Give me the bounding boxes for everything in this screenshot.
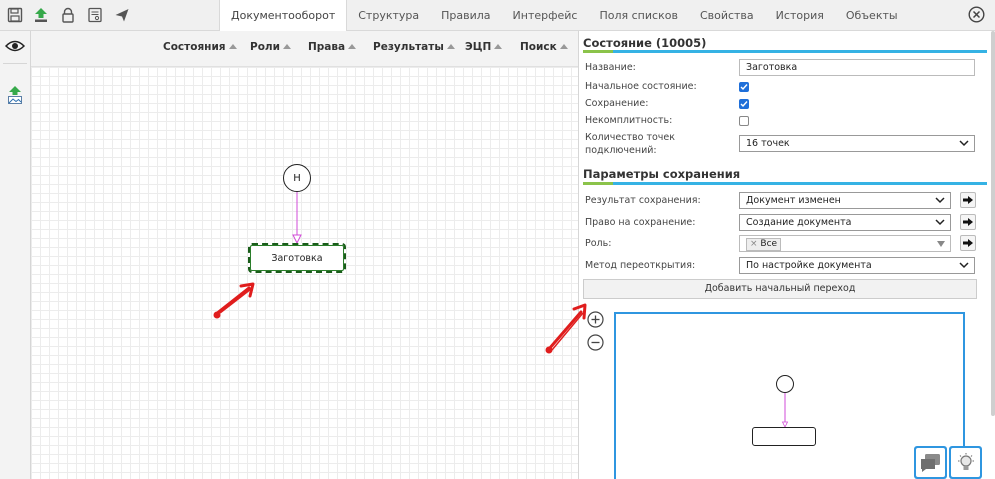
upload-icon[interactable] [31, 5, 51, 25]
annotation-arrow [213, 282, 255, 319]
state-section-title: Состояние (10005) [583, 36, 707, 50]
role-label: Роль: [585, 238, 612, 249]
tab-list-fields[interactable]: Поля списков [588, 0, 688, 31]
minimap[interactable] [614, 312, 965, 479]
points-label-line1: Количество точек [585, 132, 675, 143]
arrow-right-icon [963, 239, 973, 247]
menu-results[interactable]: Результаты [373, 41, 455, 53]
tab-objects[interactable]: Объекты [835, 0, 909, 31]
incomplete-checkbox[interactable] [739, 116, 749, 126]
result-select[interactable]: Документ изменен [739, 192, 951, 209]
menu-search[interactable]: Поиск [520, 41, 568, 53]
role-go-button[interactable] [960, 235, 976, 251]
canvas-header: Состояния Роли Права Результаты ЭЦП Поис… [31, 31, 578, 67]
tab-interface[interactable]: Интерфейс [502, 0, 589, 31]
caret-up-icon [494, 44, 503, 49]
left-tool-column [0, 31, 31, 479]
annotation-arrow [545, 303, 587, 354]
result-label: Результат сохранения: [585, 195, 701, 206]
points-label-line2: подключений: [585, 145, 657, 156]
tab-properties[interactable]: Свойства [689, 0, 765, 31]
name-label: Название: [585, 62, 636, 73]
reopen-select[interactable]: По настройке документа [739, 257, 975, 274]
tab-history[interactable]: История [765, 0, 835, 31]
chevron-down-icon [935, 197, 945, 204]
save-right-label: Право на сохранение: [585, 217, 696, 228]
caret-up-icon [559, 44, 568, 49]
send-icon[interactable] [112, 5, 132, 25]
add-initial-transition-button[interactable]: Добавить начальный переход [583, 279, 977, 299]
upload-image-icon[interactable] [7, 85, 23, 108]
tab-document-flow[interactable]: Документооборот [219, 0, 348, 32]
initial-state-checkbox[interactable] [739, 82, 749, 92]
chevron-down-icon [935, 219, 945, 226]
chat-button[interactable] [914, 446, 947, 479]
points-select[interactable]: 16 точек [739, 135, 975, 152]
caret-up-icon [228, 44, 237, 49]
close-icon[interactable] [968, 6, 985, 23]
role-tag[interactable]: × Все [746, 238, 782, 251]
document-icon[interactable] [85, 5, 105, 25]
save-icon[interactable] [5, 5, 25, 25]
tab-rules[interactable]: Правила [430, 0, 501, 31]
main-tabs: Документооборот Структура Правила Интерф… [219, 0, 909, 32]
save-checkbox[interactable] [739, 99, 749, 109]
arrow-right-icon [963, 218, 973, 226]
caret-up-icon [282, 44, 291, 49]
minimap-start-node [776, 375, 794, 393]
transition-connector[interactable] [289, 192, 305, 244]
diagram-canvas[interactable]: Н Заготовка [31, 67, 578, 479]
top-toolbar: Документооборот Структура Правила Интерф… [0, 0, 995, 32]
incomplete-label: Некомплитность: [585, 115, 673, 126]
lightbulb-icon [951, 448, 980, 477]
minimap-state-node [752, 427, 816, 446]
role-multiselect[interactable]: × Все [739, 235, 951, 252]
save-right-go-button[interactable] [960, 214, 976, 230]
save-right-select[interactable]: Создание документа [739, 214, 951, 231]
name-input[interactable]: Заготовка [739, 59, 975, 76]
chevron-down-icon [959, 262, 969, 269]
start-node[interactable]: Н [283, 164, 311, 192]
caret-up-icon [348, 44, 357, 49]
eye-icon[interactable] [4, 39, 26, 56]
lock-icon[interactable] [58, 5, 78, 25]
menu-eds[interactable]: ЭЦП [465, 41, 503, 53]
initial-state-label: Начальное состояние: [585, 81, 697, 92]
chevron-down-icon [959, 140, 969, 147]
scrollbar[interactable] [991, 31, 995, 416]
caret-down-icon [937, 241, 945, 247]
properties-panel: Состояние (10005) Название: Заготовка На… [578, 31, 995, 479]
minimap-connector [781, 393, 789, 427]
tab-structure[interactable]: Структура [347, 0, 430, 31]
section-divider [583, 50, 987, 53]
tips-button[interactable] [949, 446, 982, 479]
save-label: Сохранение: [585, 98, 649, 109]
menu-roles[interactable]: Роли [250, 41, 291, 53]
menu-rights[interactable]: Права [308, 41, 357, 53]
state-node-draft[interactable]: Заготовка [248, 243, 346, 273]
chat-icon [916, 448, 945, 477]
arrow-right-icon [963, 196, 973, 204]
result-go-button[interactable] [960, 192, 976, 208]
menu-states[interactable]: Состояния [163, 41, 237, 53]
section-divider [583, 182, 987, 185]
caret-up-icon [446, 44, 455, 49]
save-params-title: Параметры сохранения [583, 167, 741, 181]
reopen-label: Метод переоткрытия: [585, 260, 696, 271]
